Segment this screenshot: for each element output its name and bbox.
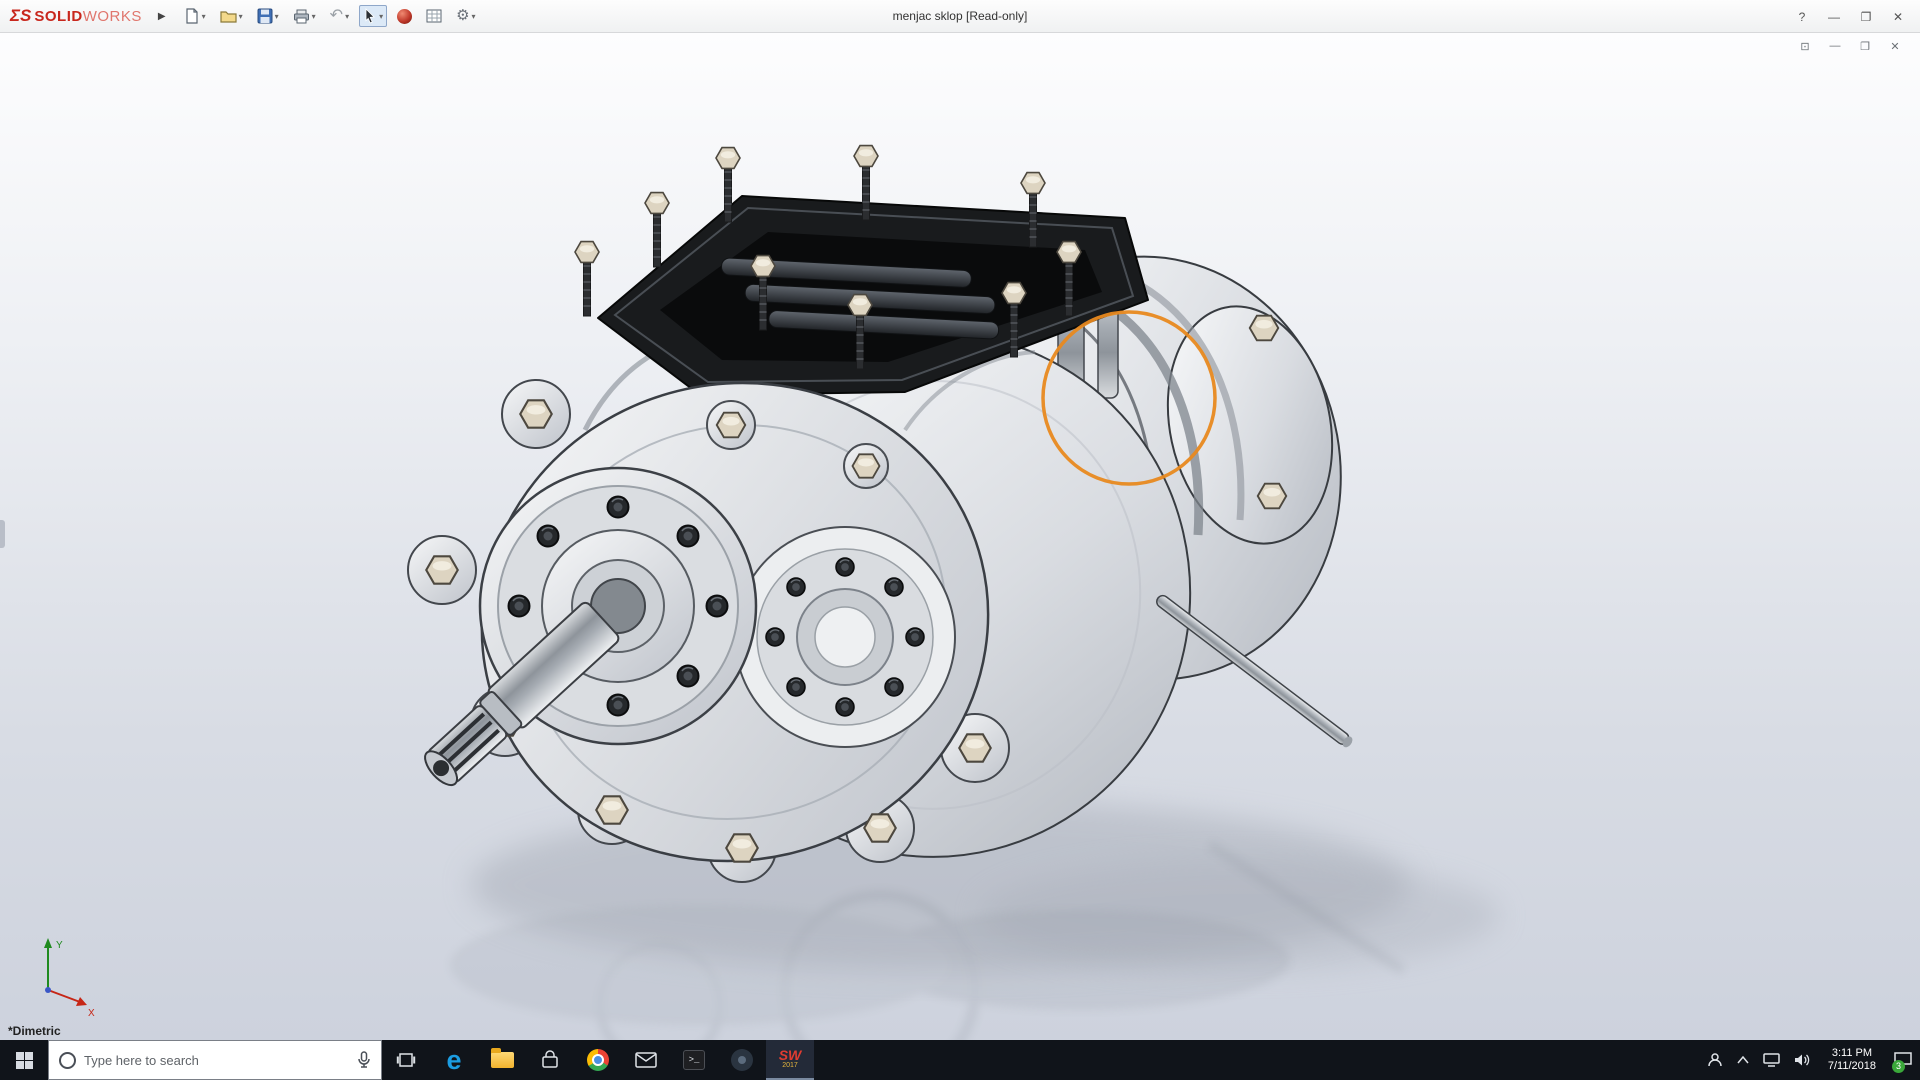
window-controls: ? — ❐ ✕ bbox=[1788, 0, 1912, 33]
clock-date: 7/11/2018 bbox=[1828, 1060, 1876, 1073]
titlebar: ΣS SOLID WORKS ▶ ▾ ▾ bbox=[0, 0, 1920, 33]
close-button[interactable]: ✕ bbox=[1884, 6, 1912, 28]
terminal-icon: >_ bbox=[683, 1050, 705, 1070]
save-floppy-icon bbox=[257, 8, 273, 24]
app-icon bbox=[731, 1049, 753, 1071]
view-orientation-label: *Dimetric bbox=[8, 1024, 61, 1038]
sheet-properties-button[interactable] bbox=[422, 6, 446, 26]
gear-icon: ⚙ bbox=[456, 8, 469, 24]
system-tray: 3:11 PM 7/11/2018 3 bbox=[1700, 1040, 1920, 1080]
windows-taskbar: Type here to search e bbox=[0, 1040, 1920, 1080]
doc-pane-button[interactable]: ⊡ bbox=[1794, 38, 1816, 54]
pane-splitter-handle[interactable] bbox=[0, 520, 5, 548]
save-button[interactable]: ▾ bbox=[253, 5, 283, 27]
chevron-up-icon bbox=[1737, 1056, 1749, 1064]
gearbox-model[interactable] bbox=[408, 146, 1374, 915]
taskbar-chrome-button[interactable] bbox=[574, 1040, 622, 1080]
quick-access-toolbar: ▾ ▾ ▾ bbox=[180, 5, 480, 27]
options-caret-icon: ▾ bbox=[472, 12, 476, 21]
task-view-icon bbox=[396, 1051, 416, 1069]
axis-x-label: X bbox=[88, 1008, 95, 1019]
mail-envelope-icon bbox=[635, 1052, 657, 1068]
doc-minimize-button[interactable]: — bbox=[1824, 38, 1846, 54]
network-button[interactable] bbox=[1756, 1040, 1787, 1080]
restore-button[interactable]: ❐ bbox=[1852, 6, 1880, 28]
render-tools-button[interactable] bbox=[393, 6, 416, 27]
new-caret-icon: ▾ bbox=[202, 12, 206, 21]
search-circle-icon bbox=[59, 1052, 76, 1069]
edge-icon: e bbox=[446, 1047, 461, 1074]
axis-y-label: Y bbox=[56, 940, 63, 951]
open-caret-icon: ▾ bbox=[239, 12, 243, 21]
taskbar-search-input[interactable]: Type here to search bbox=[48, 1040, 382, 1080]
document-window-controls: ⊡ — ❐ ✕ bbox=[1794, 38, 1906, 54]
clock[interactable]: 3:11 PM 7/11/2018 bbox=[1818, 1040, 1886, 1080]
orientation-triad: Y X bbox=[44, 938, 95, 1019]
undo-button[interactable]: ↶ ▾ bbox=[326, 5, 353, 27]
sheet-grid-icon bbox=[426, 9, 442, 23]
secondary-flange bbox=[735, 527, 955, 747]
taskbar-solidworks-button[interactable]: SW 2017 bbox=[766, 1040, 814, 1080]
select-tool-button[interactable]: ▾ bbox=[359, 5, 387, 27]
new-document-icon bbox=[184, 8, 200, 24]
tray-overflow-button[interactable] bbox=[1730, 1040, 1756, 1080]
taskbar-terminal-button[interactable]: >_ bbox=[670, 1040, 718, 1080]
minimize-button[interactable]: — bbox=[1820, 6, 1848, 28]
start-button[interactable] bbox=[0, 1040, 48, 1080]
open-folder-icon bbox=[220, 9, 237, 24]
solidworks-window: ΣS SOLID WORKS ▶ ▾ ▾ bbox=[0, 0, 1920, 1080]
taskbar-file-explorer-button[interactable] bbox=[478, 1040, 526, 1080]
select-cursor-icon bbox=[363, 8, 377, 24]
undo-icon: ↶ bbox=[330, 8, 343, 24]
microphone-icon[interactable] bbox=[357, 1051, 371, 1069]
doc-restore-button[interactable]: ❐ bbox=[1854, 38, 1876, 54]
speaker-icon bbox=[1794, 1053, 1811, 1067]
open-document-button[interactable]: ▾ bbox=[216, 6, 247, 27]
action-center-button[interactable]: 3 bbox=[1886, 1040, 1920, 1080]
undo-caret-icon: ▾ bbox=[345, 12, 349, 21]
brand-solid: SOLID bbox=[34, 8, 82, 25]
volume-button[interactable] bbox=[1787, 1040, 1818, 1080]
doc-close-button[interactable]: ✕ bbox=[1884, 38, 1906, 54]
solidworks-app-year: 2017 bbox=[779, 1061, 802, 1071]
notification-badge: 3 bbox=[1892, 1060, 1905, 1073]
solidworks-logo: ΣS SOLID WORKS bbox=[10, 6, 142, 26]
solidworks-app-icon: SW 2017 bbox=[779, 1050, 802, 1071]
3d-model-canvas[interactable]: Y X bbox=[0, 0, 1920, 1080]
new-document-button[interactable]: ▾ bbox=[180, 5, 210, 27]
chrome-icon bbox=[587, 1049, 609, 1071]
clock-time: 3:11 PM bbox=[1832, 1047, 1872, 1060]
windows-logo-icon bbox=[16, 1052, 33, 1069]
brand-works: WORKS bbox=[83, 8, 142, 25]
options-button[interactable]: ⚙ ▾ bbox=[452, 5, 479, 27]
print-caret-icon: ▾ bbox=[312, 12, 316, 21]
taskbar-app-button[interactable] bbox=[718, 1040, 766, 1080]
render-sphere-icon bbox=[397, 9, 412, 24]
save-caret-icon: ▾ bbox=[275, 12, 279, 21]
menu-flyout-arrow-icon[interactable]: ▶ bbox=[158, 11, 166, 22]
select-caret-icon: ▾ bbox=[379, 12, 383, 21]
taskbar-store-button[interactable] bbox=[526, 1040, 574, 1080]
search-placeholder: Type here to search bbox=[84, 1053, 349, 1068]
solidworks-logo-mark: ΣS bbox=[10, 6, 31, 26]
task-view-button[interactable] bbox=[382, 1040, 430, 1080]
print-button[interactable]: ▾ bbox=[289, 6, 320, 27]
people-button[interactable] bbox=[1700, 1040, 1730, 1080]
store-bag-icon bbox=[540, 1050, 560, 1070]
taskbar-mail-button[interactable] bbox=[622, 1040, 670, 1080]
print-icon bbox=[293, 9, 310, 24]
taskbar-edge-button[interactable]: e bbox=[430, 1040, 478, 1080]
file-explorer-icon bbox=[491, 1052, 514, 1068]
help-button[interactable]: ? bbox=[1788, 6, 1816, 28]
network-display-icon bbox=[1763, 1053, 1780, 1067]
people-icon bbox=[1707, 1052, 1723, 1068]
